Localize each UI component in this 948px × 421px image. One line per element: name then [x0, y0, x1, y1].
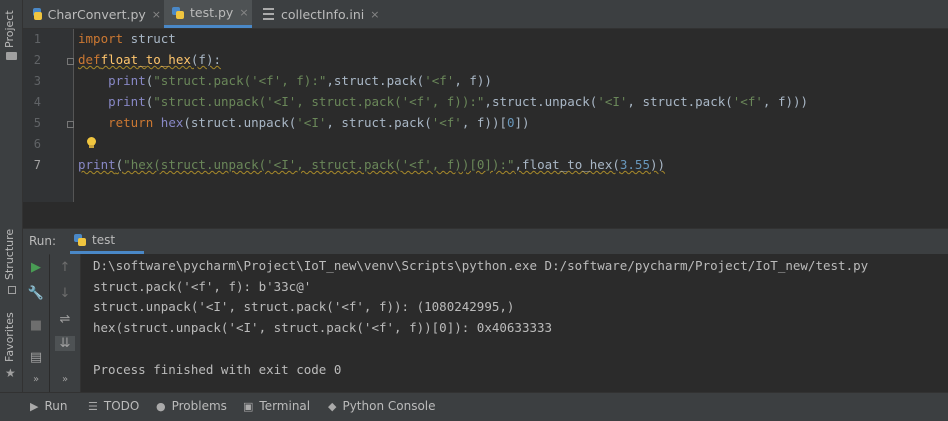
- fold-marker-icon[interactable]: [67, 121, 74, 128]
- code-line-3: print("struct.pack('<f', f):",struct.pac…: [108, 73, 492, 88]
- todo-icon: ☰: [88, 399, 98, 413]
- scroll-to-end-icon[interactable]: ⇊: [55, 336, 75, 351]
- line-number: 1: [33, 32, 41, 46]
- python-file-icon: [74, 234, 86, 246]
- line-number: 7: [33, 158, 41, 172]
- left-tool-strip: Project Structure Favorites ★: [0, 0, 23, 392]
- tab-label: test.py: [190, 5, 234, 20]
- play-icon: ▶: [30, 399, 39, 413]
- console-line: struct.unpack('<I', struct.pack('<f', f)…: [93, 299, 515, 314]
- folder-icon: [6, 52, 17, 60]
- code-line-2: deffloat_to_hex(f):: [78, 52, 221, 67]
- tab-label: CharConvert.py: [47, 6, 146, 22]
- editor-tab-bar: CharConvert.py × test.py × collectInfo.i…: [23, 0, 948, 29]
- line-number: 6: [33, 137, 41, 151]
- fold-marker-icon[interactable]: [67, 58, 74, 65]
- python-file-icon: [172, 6, 184, 19]
- console-line: Process finished with exit code 0: [93, 362, 342, 377]
- structure-icon: [8, 286, 16, 294]
- code-line-5: return hex(struct.unpack('<I', struct.pa…: [108, 115, 530, 130]
- code-editor[interactable]: import struct deffloat_to_hex(f): print(…: [74, 29, 948, 202]
- more-icon[interactable]: »: [55, 374, 75, 385]
- rerun-icon[interactable]: ▶: [26, 260, 46, 275]
- console-line: D:\software\pycharm\Project\IoT_new\venv…: [93, 258, 869, 273]
- tab-label: collectInfo.ini: [281, 6, 365, 22]
- tab-charconvert[interactable]: CharConvert.py ×: [33, 0, 161, 28]
- console-line: hex(struct.unpack('<I', struct.pack('<f'…: [93, 320, 553, 335]
- line-number: 5: [33, 116, 41, 130]
- down-arrow-icon[interactable]: ↓: [55, 286, 75, 301]
- run-toolbar-primary: ▶ 🔧 ■ ▤ »: [23, 254, 49, 392]
- console-output[interactable]: D:\software\pycharm\Project\IoT_new\venv…: [81, 254, 948, 392]
- lightbulb-icon[interactable]: [86, 137, 96, 149]
- line-number: 2: [33, 53, 41, 67]
- console-line: struct.pack('<f', f): b'33c@': [93, 279, 312, 294]
- ini-file-icon: [263, 8, 274, 20]
- code-line-4: print("struct.unpack('<I', struct.pack('…: [108, 94, 809, 109]
- bottom-tool-bar: ▶ Run ☰ TODO ● Problems ▣ Terminal ◆ Python C…: [0, 392, 948, 421]
- run-label: Run:: [29, 234, 57, 248]
- wrench-icon[interactable]: 🔧: [26, 286, 46, 301]
- bottom-tab-terminal[interactable]: ▣ Terminal: [243, 399, 310, 413]
- layout-icon[interactable]: ▤: [26, 350, 46, 365]
- problems-icon: ●: [156, 399, 166, 413]
- code-line-7: print("hex(struct.unpack('<I', struct.pa…: [78, 157, 666, 172]
- more-icon[interactable]: »: [26, 374, 46, 385]
- structure-tool-tab[interactable]: Structure: [3, 229, 16, 280]
- tab-collectinfo[interactable]: collectInfo.ini ×: [263, 0, 393, 28]
- code-line-1: import struct: [78, 31, 176, 46]
- stop-icon[interactable]: ■: [26, 318, 46, 333]
- bottom-tab-run[interactable]: ▶ Run: [30, 399, 67, 413]
- tab-test[interactable]: test.py ×: [164, 0, 252, 28]
- run-toolbar-secondary: ↑ ↓ ⇌ ⇊ »: [50, 254, 81, 392]
- close-icon[interactable]: ×: [152, 8, 161, 21]
- close-icon[interactable]: ×: [239, 6, 248, 19]
- bottom-tab-python-console[interactable]: ◆ Python Console: [328, 399, 436, 413]
- run-config-tab[interactable]: test: [70, 229, 144, 254]
- star-icon: ★: [5, 366, 16, 380]
- soft-wrap-icon[interactable]: ⇌: [55, 312, 75, 327]
- close-icon[interactable]: ×: [370, 8, 379, 21]
- python-console-icon: ◆: [328, 399, 337, 413]
- run-config-label: test: [92, 233, 116, 247]
- up-arrow-icon[interactable]: ↑: [55, 260, 75, 275]
- python-file-icon: [33, 8, 42, 20]
- favorites-tool-tab[interactable]: Favorites: [3, 312, 16, 362]
- bottom-tab-problems[interactable]: ● Problems: [156, 399, 227, 413]
- run-panel-header: Run: test: [23, 228, 948, 255]
- project-tool-tab[interactable]: Project: [3, 10, 16, 48]
- line-number: 4: [33, 95, 41, 109]
- line-number: 3: [33, 74, 41, 88]
- line-number-gutter: 1 2 3 4 5 6 7: [23, 29, 74, 202]
- terminal-icon: ▣: [243, 399, 254, 413]
- bottom-tab-todo[interactable]: ☰ TODO: [88, 399, 139, 413]
